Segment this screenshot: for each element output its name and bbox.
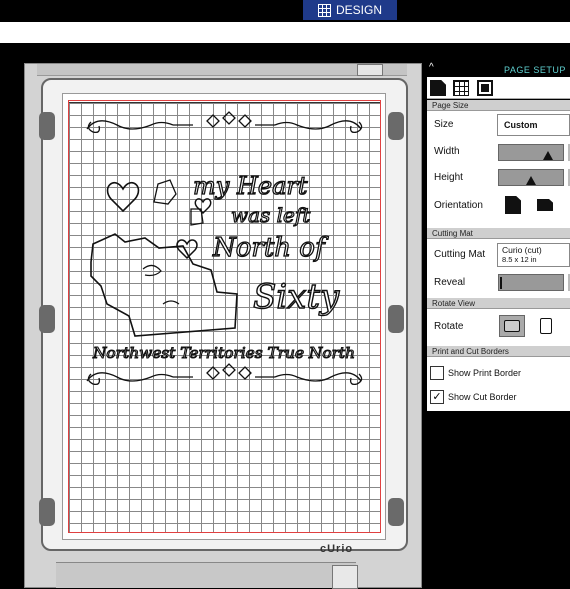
collapse-icon[interactable]: ^	[429, 62, 434, 73]
top-toolbar: DESIGN	[0, 0, 570, 22]
height-label: Height	[434, 172, 463, 183]
ribbon-bar	[0, 22, 570, 43]
machine-bottom-slot	[332, 565, 358, 589]
heart-shape-2	[194, 198, 212, 214]
page-size-header: Page Size	[427, 100, 570, 111]
height-row: Height	[427, 164, 570, 190]
orientation-label: Orientation	[434, 200, 483, 211]
cutting-mat-select[interactable]: Curio (cut) 8.5 x 12 in	[497, 243, 570, 267]
machine-bottom	[56, 562, 358, 589]
rotate-90-icon	[540, 318, 552, 334]
orientation-row: Orientation	[427, 190, 570, 225]
machine-brand-logo: cUrio	[320, 543, 354, 555]
borders-header: Print and Cut Borders	[427, 346, 570, 357]
height-slider-thumb[interactable]	[526, 176, 536, 185]
rotate-normal-icon	[504, 320, 520, 332]
print-border-checkbox[interactable]	[430, 366, 444, 380]
width-label: Width	[434, 146, 460, 157]
design-text-line2: was left	[231, 203, 311, 227]
grid-icon	[317, 3, 331, 17]
reveal-label: Reveal	[434, 277, 466, 288]
roller-right-2	[388, 305, 404, 333]
width-slider[interactable]	[498, 144, 564, 161]
panel-empty-area	[427, 411, 570, 588]
design-artwork[interactable]: my Heart was left North of Sixty Northwe…	[63, 94, 387, 541]
size-row: Size Custom	[427, 111, 570, 138]
portrait-icon[interactable]	[505, 196, 521, 214]
rotate-view-header: Rotate View	[427, 298, 570, 309]
cutting-mat[interactable]: my Heart was left North of Sixty Northwe…	[62, 93, 386, 540]
cut-border-checkbox[interactable]: ✓	[430, 390, 444, 404]
cutting-mat-size: 8.5 x 12 in	[502, 255, 537, 264]
rotate-90-button[interactable]	[533, 315, 559, 337]
design-tab[interactable]: DESIGN	[303, 0, 397, 20]
cutting-mat-section: Cutting Mat Cutting Mat Curio (cut) 8.5 …	[427, 228, 570, 298]
rotate-row: Rotate	[427, 309, 570, 345]
design-text-line4: Sixty	[253, 277, 340, 317]
top-flourish	[86, 111, 363, 134]
roller-right-1	[388, 112, 404, 140]
reveal-slider[interactable]	[498, 274, 564, 291]
rotate-label: Rotate	[434, 321, 464, 332]
bottom-flourish	[86, 363, 363, 386]
grid-view-icon[interactable]	[453, 80, 469, 96]
rotate-normal-button[interactable]	[499, 315, 525, 337]
cutting-mat-value: Curio (cut)	[502, 245, 542, 255]
width-row: Width	[427, 138, 570, 164]
print-border-label: Show Print Border	[448, 368, 522, 378]
roller-left-3	[39, 498, 55, 526]
panel-title: PAGE SETUP	[504, 65, 566, 75]
map-detail-2	[162, 300, 180, 305]
reveal-row: Reveal	[427, 268, 570, 296]
view-icon-bar	[427, 77, 570, 99]
check-mark-icon: ✓	[432, 391, 442, 403]
cutting-mat-label: Cutting Mat	[434, 249, 486, 260]
machine-top-tab	[357, 64, 383, 76]
size-label: Size	[434, 119, 454, 130]
roller-left-2	[39, 305, 55, 333]
cutting-mat-row: Cutting Mat Curio (cut) 8.5 x 12 in	[427, 239, 570, 268]
height-slider[interactable]	[498, 169, 564, 186]
rotate-view-section: Rotate View Rotate	[427, 298, 570, 346]
size-select[interactable]: Custom	[497, 114, 570, 136]
design-text-line3: North of	[212, 233, 329, 263]
cut-border-label: Show Cut Border	[448, 392, 517, 402]
borders-section: Print and Cut Borders Show Print Border …	[427, 346, 570, 411]
map-detail-1	[142, 264, 162, 277]
cutting-mat-header: Cutting Mat	[427, 228, 570, 239]
design-text-line1: my Heart	[193, 172, 308, 200]
mat-view-icon[interactable]	[477, 80, 493, 96]
width-slider-thumb[interactable]	[543, 151, 553, 160]
machine-top-ridge	[37, 64, 407, 76]
design-tab-label: DESIGN	[335, 3, 382, 17]
design-footer-text: Northwest Territories True North	[92, 346, 355, 362]
heart-shape-3	[176, 239, 198, 260]
panel-header: ^ PAGE SETUP	[427, 62, 570, 77]
landscape-icon[interactable]	[537, 199, 553, 211]
page-icon[interactable]	[430, 80, 446, 96]
reveal-slider-thumb[interactable]	[500, 277, 502, 289]
page-setup-panel: ^ PAGE SETUP Page Size Size Custom Width…	[427, 62, 570, 588]
heart-shape-1	[106, 182, 140, 213]
roller-left-1	[39, 112, 55, 140]
roller-right-3	[388, 498, 404, 526]
page-size-section: Page Size Size Custom Width Height Orien…	[427, 100, 570, 228]
